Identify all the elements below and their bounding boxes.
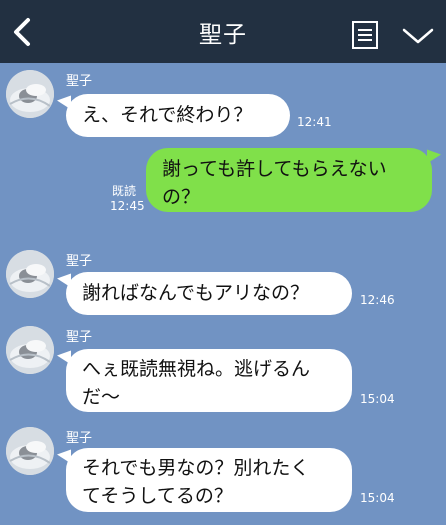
read-status: 既読 [112,184,137,198]
avatar[interactable] [6,250,54,298]
chat-title: 聖子 [199,22,247,48]
avatar-photo-icon [6,70,54,118]
sender-name: 聖子 [66,330,93,345]
message-bubble[interactable]: それでも男なの？別れたく てそうしてるの？ [66,448,352,512]
message-bubble[interactable]: え、それで終わり？ [66,94,290,137]
sender-name: 聖子 [66,74,93,89]
message-time: 15:04 [360,491,395,505]
avatar[interactable] [6,70,54,118]
chevron-down-icon [402,28,434,44]
message-bubble[interactable]: へぇ既読無視ね。逃げるん だ〜 [66,349,352,412]
menu-button[interactable] [351,20,379,50]
collapse-button[interactable] [400,24,436,48]
avatar-photo-icon [6,250,54,298]
sender-name: 聖子 [66,431,93,446]
message-time: 12:41 [297,115,332,129]
message-time: 12:46 [360,293,395,307]
avatar[interactable] [6,326,54,374]
message-time: 12:45 [110,199,145,213]
message-time: 15:04 [360,392,395,406]
document-list-icon [352,21,378,49]
avatar[interactable] [6,427,54,475]
chat-header: 聖子 [0,0,446,63]
message-bubble[interactable]: 謝ればなんでもアリなの？ [66,272,352,315]
message-bubble[interactable]: 謝っても許してもらえない の？ [146,148,432,212]
avatar-photo-icon [6,427,54,475]
avatar-photo-icon [6,326,54,374]
sender-name: 聖子 [66,254,93,269]
